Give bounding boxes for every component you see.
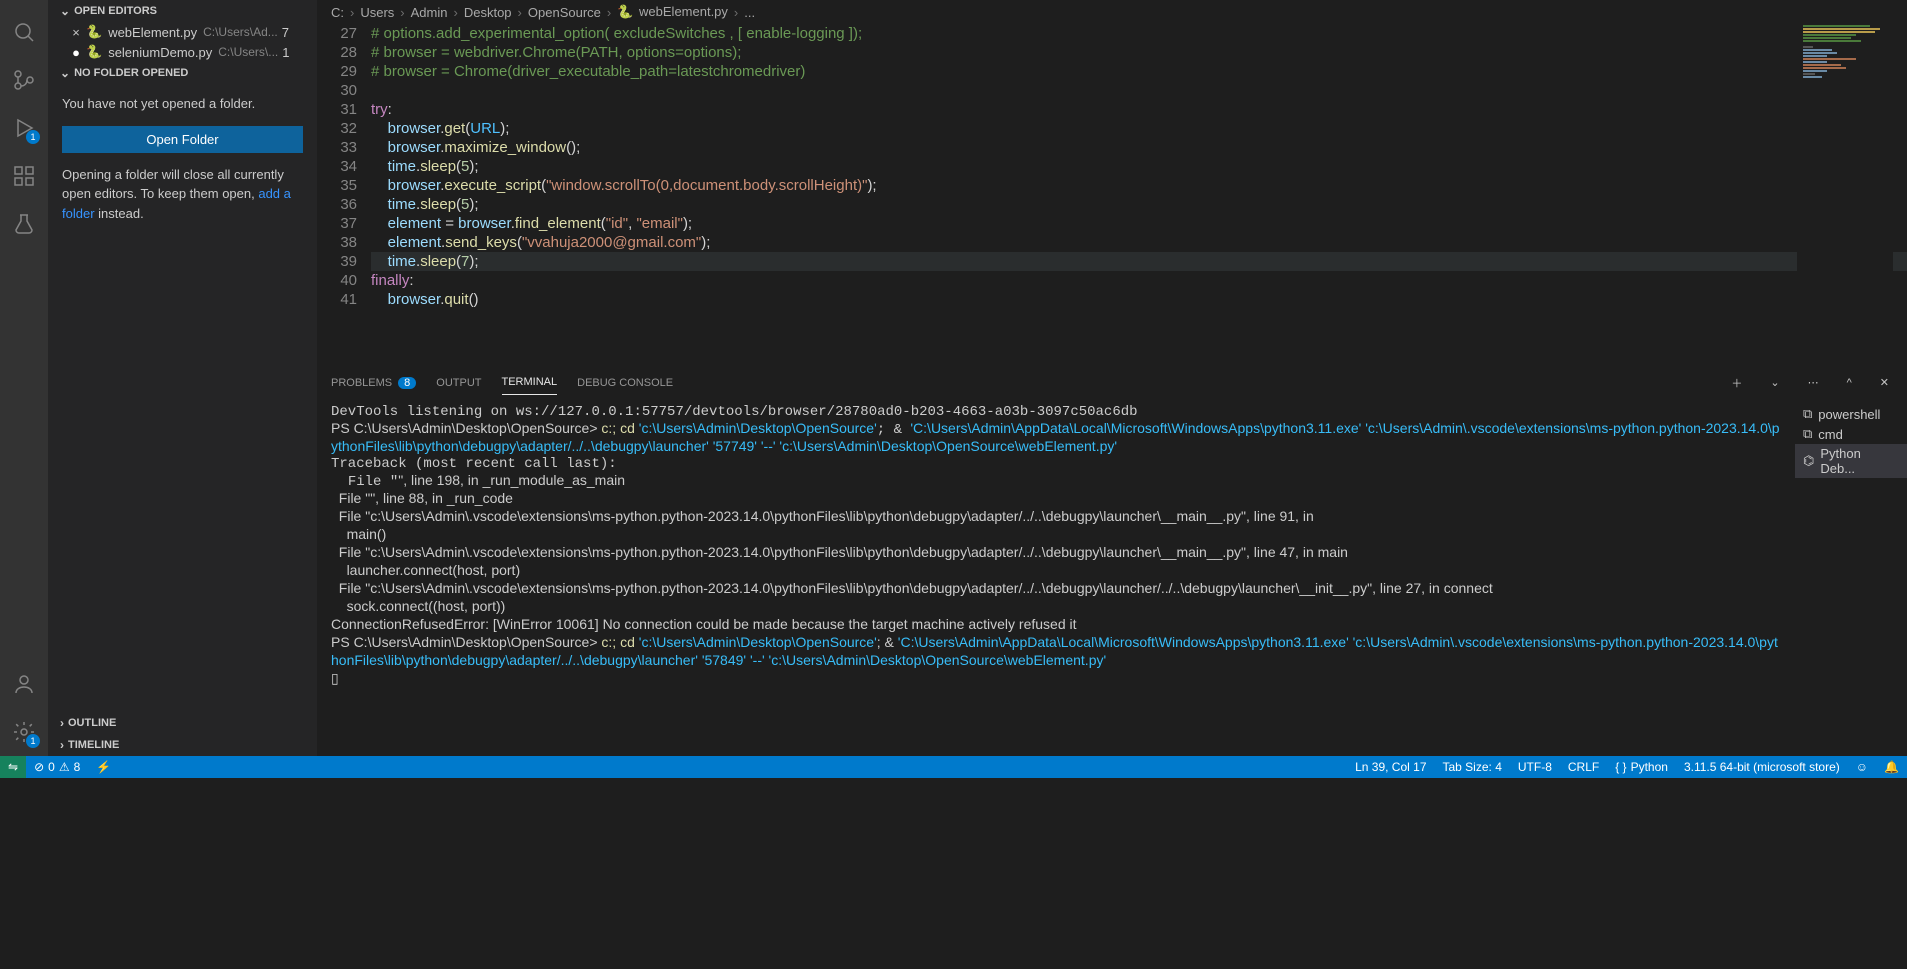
maximize-icon[interactable]: ^ [1843,377,1856,389]
status-bar: ⇋ ⊘ 0 ⚠ 8 ⚡ Ln 39, Col 17 Tab Size: 4 UT… [0,756,1907,778]
close-panel-icon[interactable]: ✕ [1876,376,1893,389]
status-cursor[interactable]: Ln 39, Col 17 [1347,760,1434,774]
sidebar: ⌄OPEN EDITORS ×🐍 webElement.py C:\Users\Ad… [48,0,317,756]
status-python-version[interactable]: 3.11.5 64-bit (microsoft store) [1676,760,1848,774]
modified-dot-icon[interactable]: ● [68,45,84,60]
panel-tabs: PROBLEMS8 OUTPUT TERMINAL DEBUG CONSOLE … [317,365,1907,400]
python-file-icon: 🐍 [86,44,102,60]
tab-debug-console[interactable]: DEBUG CONSOLE [577,371,673,395]
breadcrumb-seg[interactable]: Users [360,5,394,20]
app-root: 1 1 ⌄OPEN EDITORS ×🐍webElement.pyC:\User… [0,0,1907,756]
testing-icon[interactable] [0,200,48,248]
status-language[interactable]: { } Python [1607,760,1676,774]
open-editor-item[interactable]: ●🐍 seleniumDemo.py C:\Users\... 1 [48,42,317,62]
no-folder-header[interactable]: ⌄NO FOLDER OPENED [48,62,317,84]
breadcrumb-seg[interactable]: ... [744,5,755,20]
problem-count: 7 [282,25,289,40]
no-folder-hint: Opening a folder will close all currentl… [62,165,303,224]
terminal-label: powershell [1818,407,1880,422]
activity-bar: 1 1 [0,0,48,756]
status-tabsize[interactable]: Tab Size: 4 [1435,760,1510,774]
terminal-item[interactable]: ⧉ powershell [1795,404,1907,424]
code-content[interactable]: # options.add_experimental_option( exclu… [371,24,1907,364]
editor-area[interactable]: 272829303132333435363738394041 # options… [317,24,1907,364]
breadcrumb-seg[interactable]: Admin [411,5,448,20]
status-bell-icon[interactable]: 🔔 [1876,760,1907,774]
file-name: webElement.py [108,25,197,40]
breadcrumb[interactable]: C:›Users›Admin›Desktop›OpenSource›🐍 webE… [317,0,1907,24]
run-debug-icon[interactable]: 1 [0,104,48,152]
tab-output[interactable]: OUTPUT [436,371,481,395]
status-eol[interactable]: CRLF [1560,760,1607,774]
terminal-label: cmd [1818,427,1843,442]
terminal-type-icon: ⌬ [1803,453,1814,469]
no-folder-message: You have not yet opened a folder. [62,94,303,114]
outline-header[interactable]: ›OUTLINE [48,712,317,734]
breadcrumb-seg[interactable]: OpenSource [528,5,601,20]
breadcrumb-seg[interactable]: C: [331,5,344,20]
problem-count: 1 [282,45,289,60]
remote-button[interactable]: ⇋ [0,756,26,778]
no-folder-body: You have not yet opened a folder. Open F… [48,84,317,233]
close-icon[interactable]: × [68,25,84,40]
terminal-output[interactable]: DevTools listening on ws://127.0.0.1:577… [317,400,1795,756]
timeline-header[interactable]: ›TIMELINE [48,734,317,756]
accounts-icon[interactable] [0,660,48,708]
open-editor-item[interactable]: ×🐍 webElement.py C:\Users\Ad... 7 [48,22,317,42]
line-gutter: 272829303132333435363738394041 [317,24,371,364]
terminal-dropdown-icon[interactable]: ⌄ [1766,376,1783,389]
terminal-item[interactable]: ⧉ cmd [1795,424,1907,444]
terminal-item[interactable]: ⌬ Python Deb... [1795,444,1907,478]
more-icon[interactable]: ⋯ [1804,376,1823,389]
python-file-icon: 🐍 [86,24,102,40]
file-name: seleniumDemo.py [108,45,212,60]
settings-icon[interactable]: 1 [0,708,48,756]
search-icon[interactable] [0,8,48,56]
terminal-list: ⧉ powershell ⧉ cmd ⌬ Python Deb... [1795,400,1907,756]
status-port[interactable]: ⚡ [88,760,119,774]
open-editors-header[interactable]: ⌄OPEN EDITORS [48,0,317,22]
editor-group: C:›Users›Admin›Desktop›OpenSource›🐍 webE… [317,0,1907,756]
status-encoding[interactable]: UTF-8 [1510,760,1560,774]
breadcrumb-seg[interactable]: Desktop [464,5,512,20]
file-path: C:\Users\... [218,45,278,59]
breadcrumb-seg[interactable]: 🐍 webElement.py [617,4,728,20]
tab-problems[interactable]: PROBLEMS8 [331,371,416,395]
tab-terminal[interactable]: TERMINAL [502,370,558,395]
status-problems[interactable]: ⊘ 0 ⚠ 8 [26,760,88,774]
open-folder-button[interactable]: Open Folder [62,126,303,153]
terminal-label: Python Deb... [1820,446,1899,476]
terminal-type-icon: ⧉ [1803,426,1812,442]
minimap[interactable] [1797,24,1893,364]
status-feedback-icon[interactable]: ☺ [1848,760,1876,774]
python-file-icon: 🐍 [617,4,633,19]
new-terminal-icon[interactable]: ＋ [1727,375,1746,391]
extensions-icon[interactable] [0,152,48,200]
source-control-icon[interactable] [0,56,48,104]
file-path: C:\Users\Ad... [203,25,278,39]
bottom-panel: PROBLEMS8 OUTPUT TERMINAL DEBUG CONSOLE … [317,364,1907,756]
terminal-type-icon: ⧉ [1803,406,1812,422]
